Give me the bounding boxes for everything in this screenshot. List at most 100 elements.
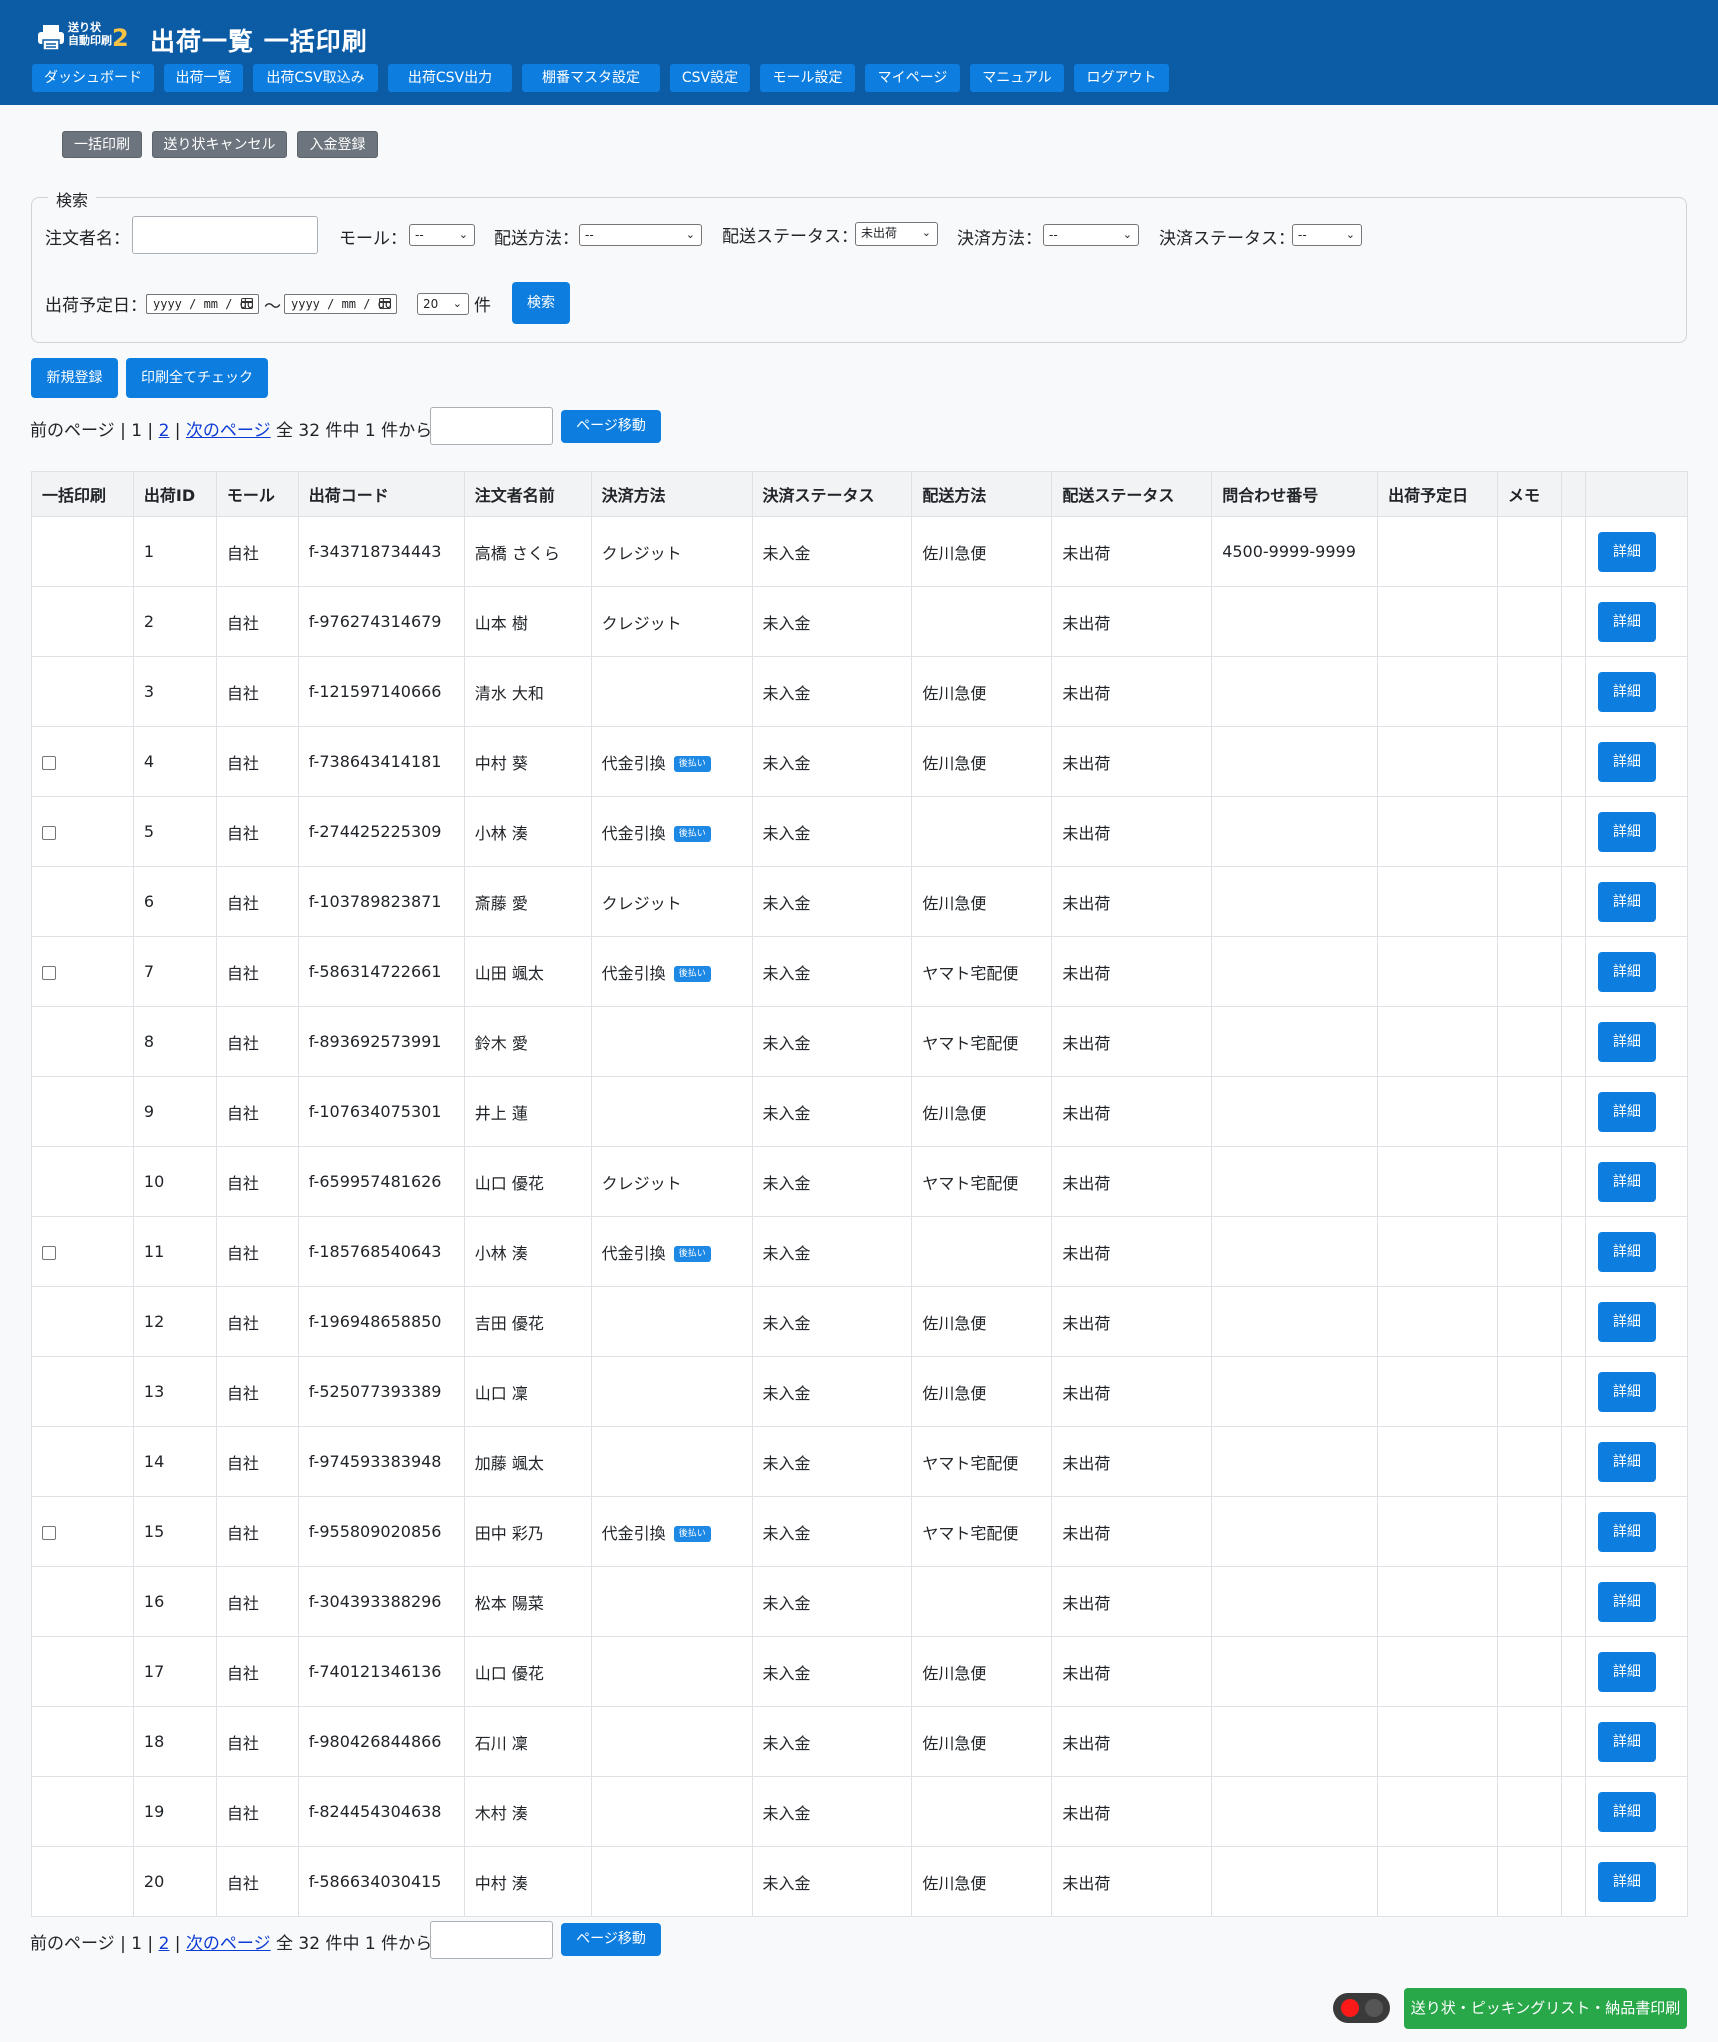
ship-status: 未出荷 xyxy=(1062,823,1111,843)
cell-action: 詳細 xyxy=(1584,586,1689,657)
cell-shipment-code: f-103789823871 xyxy=(297,866,465,937)
detail-button[interactable]: 詳細 xyxy=(1597,1371,1656,1412)
detail-button[interactable]: 詳細 xyxy=(1597,1721,1656,1762)
print-checkbox[interactable] xyxy=(42,965,56,980)
detail-button[interactable]: 詳細 xyxy=(1597,531,1656,572)
calendar-icon[interactable] xyxy=(379,298,391,309)
cell-ship-method: 佐川急便 xyxy=(911,656,1053,727)
pager-page-2-link[interactable]: 2 xyxy=(159,1934,170,1954)
cell-bulk-print xyxy=(31,1146,134,1217)
cell-tracking xyxy=(1211,1636,1379,1707)
mall-select[interactable]: -- ⌄ xyxy=(409,224,475,246)
page-number-input[interactable] xyxy=(430,407,553,445)
shipment-id: 4 xyxy=(143,752,155,771)
ship-method: ヤマト宅配便 xyxy=(922,963,1019,983)
deferred-payment-badge: 後払い xyxy=(673,966,711,982)
detail-button[interactable]: 詳細 xyxy=(1597,811,1656,852)
check-all-print-button[interactable]: 印刷全てチェック xyxy=(126,358,268,398)
detail-button[interactable]: 詳細 xyxy=(1597,1231,1656,1272)
pay-method-select[interactable]: -- ⌄ xyxy=(1043,224,1139,246)
pager-next-link[interactable]: 次のページ xyxy=(186,1934,271,1954)
ship-method-select[interactable]: -- ⌄ xyxy=(579,224,702,246)
detail-button[interactable]: 詳細 xyxy=(1597,1511,1656,1552)
mall-select-value: -- xyxy=(415,228,424,242)
nav-mall-settings[interactable]: モール設定 xyxy=(760,64,855,92)
cell-pay-method xyxy=(590,1566,753,1637)
cell-blank xyxy=(1560,1566,1586,1637)
nav-csv-settings[interactable]: CSV設定 xyxy=(670,64,750,92)
date-from-input[interactable]: yyyy / mm / dd xyxy=(146,294,259,314)
cell-tracking xyxy=(1211,586,1379,657)
print-checkbox[interactable] xyxy=(42,1525,56,1540)
detail-button[interactable]: 詳細 xyxy=(1597,1441,1656,1482)
nav-dashboard[interactable]: ダッシュボード xyxy=(32,64,154,92)
cell-action: 詳細 xyxy=(1584,1636,1689,1707)
nav-manual[interactable]: マニュアル xyxy=(970,64,1064,92)
cell-ship-date xyxy=(1377,586,1498,657)
cell-tracking xyxy=(1211,1426,1379,1497)
detail-button[interactable]: 詳細 xyxy=(1597,601,1656,642)
nav-shelf-master[interactable]: 棚番マスタ設定 xyxy=(522,64,660,92)
shipment-id: 1 xyxy=(143,542,155,561)
nav-mypage[interactable]: マイページ xyxy=(865,64,960,92)
col-action xyxy=(1584,471,1689,517)
nav-csv-import[interactable]: 出荷CSV取込み xyxy=(253,64,378,92)
detail-button[interactable]: 詳細 xyxy=(1597,1861,1656,1902)
print-labels-picking-invoice-button[interactable]: 送り状・ピッキングリスト・納品書印刷 xyxy=(1404,1988,1687,2029)
shipments-table: 一括印刷 出荷ID モール 出荷コード 注文者名前 決済方法 決済ステータス 配… xyxy=(31,471,1689,1917)
detail-button[interactable]: 詳細 xyxy=(1597,1301,1656,1342)
detail-button[interactable]: 詳細 xyxy=(1597,951,1656,992)
page-move-button[interactable]: ページ移動 xyxy=(561,410,661,443)
cancel-label-button[interactable]: 送り状キャンセル xyxy=(152,131,287,158)
cell-action: 詳細 xyxy=(1584,1566,1689,1637)
nav-csv-export[interactable]: 出荷CSV出力 xyxy=(388,64,512,92)
pay-status-select[interactable]: -- ⌄ xyxy=(1292,224,1362,246)
detail-button[interactable]: 詳細 xyxy=(1597,1161,1656,1202)
cell-orderer-name: 小林 湊 xyxy=(463,1216,592,1287)
orderer-input[interactable] xyxy=(132,216,318,254)
detail-button[interactable]: 詳細 xyxy=(1597,1651,1656,1692)
detail-button[interactable]: 詳細 xyxy=(1597,1021,1656,1062)
detail-button[interactable]: 詳細 xyxy=(1597,1581,1656,1622)
new-register-button[interactable]: 新規登録 xyxy=(31,358,118,398)
nav-shipments[interactable]: 出荷一覧 xyxy=(164,64,243,92)
gray-indicator-icon xyxy=(1365,1999,1383,2017)
app-logo[interactable]: 送り状 自動印刷 2 xyxy=(36,20,129,54)
calendar-icon[interactable] xyxy=(241,298,253,309)
page-number-input-bottom[interactable] xyxy=(430,1921,553,1959)
cell-ship-status: 未出荷 xyxy=(1051,936,1213,1007)
shipment-id: 3 xyxy=(143,682,155,701)
cell-pay-status: 未入金 xyxy=(751,1776,913,1847)
orderer-name: 小林 湊 xyxy=(474,823,528,843)
mall-label: モール： xyxy=(339,229,407,249)
print-checkbox[interactable] xyxy=(42,825,56,840)
cell-ship-date xyxy=(1377,936,1498,1007)
detail-button[interactable]: 詳細 xyxy=(1597,1791,1656,1832)
detail-button[interactable]: 詳細 xyxy=(1597,671,1656,712)
print-checkbox[interactable] xyxy=(42,1245,56,1260)
cell-blank xyxy=(1560,936,1586,1007)
date-to-input[interactable]: yyyy / mm / dd xyxy=(284,294,397,314)
pager-page-2-link[interactable]: 2 xyxy=(159,421,170,441)
pager-next-link[interactable]: 次のページ xyxy=(186,421,271,441)
ship-status-select[interactable]: 未出荷 ⌄ xyxy=(855,222,938,246)
bulk-print-button[interactable]: 一括印刷 xyxy=(62,131,142,158)
printer-icon xyxy=(38,25,64,51)
cell-bulk-print xyxy=(31,1706,134,1777)
cell-shipment-id: 12 xyxy=(132,1286,217,1357)
per-page-select[interactable]: 20 ⌄ xyxy=(417,293,469,315)
page-move-button-bottom[interactable]: ページ移動 xyxy=(561,1923,661,1956)
pay-status: 未入金 xyxy=(762,683,811,703)
print-checkbox[interactable] xyxy=(42,755,56,770)
detail-button[interactable]: 詳細 xyxy=(1597,1091,1656,1132)
col-mall: モール xyxy=(215,471,299,517)
cell-ship-status: 未出荷 xyxy=(1051,1706,1213,1777)
status-toggle[interactable] xyxy=(1333,1993,1390,2023)
cell-action: 詳細 xyxy=(1584,1496,1689,1567)
detail-button[interactable]: 詳細 xyxy=(1597,741,1656,782)
cell-ship-status: 未出荷 xyxy=(1051,1426,1213,1497)
detail-button[interactable]: 詳細 xyxy=(1597,881,1656,922)
search-button[interactable]: 検索 xyxy=(512,282,570,324)
payment-register-button[interactable]: 入金登録 xyxy=(297,131,378,158)
nav-logout[interactable]: ログアウト xyxy=(1074,64,1169,92)
